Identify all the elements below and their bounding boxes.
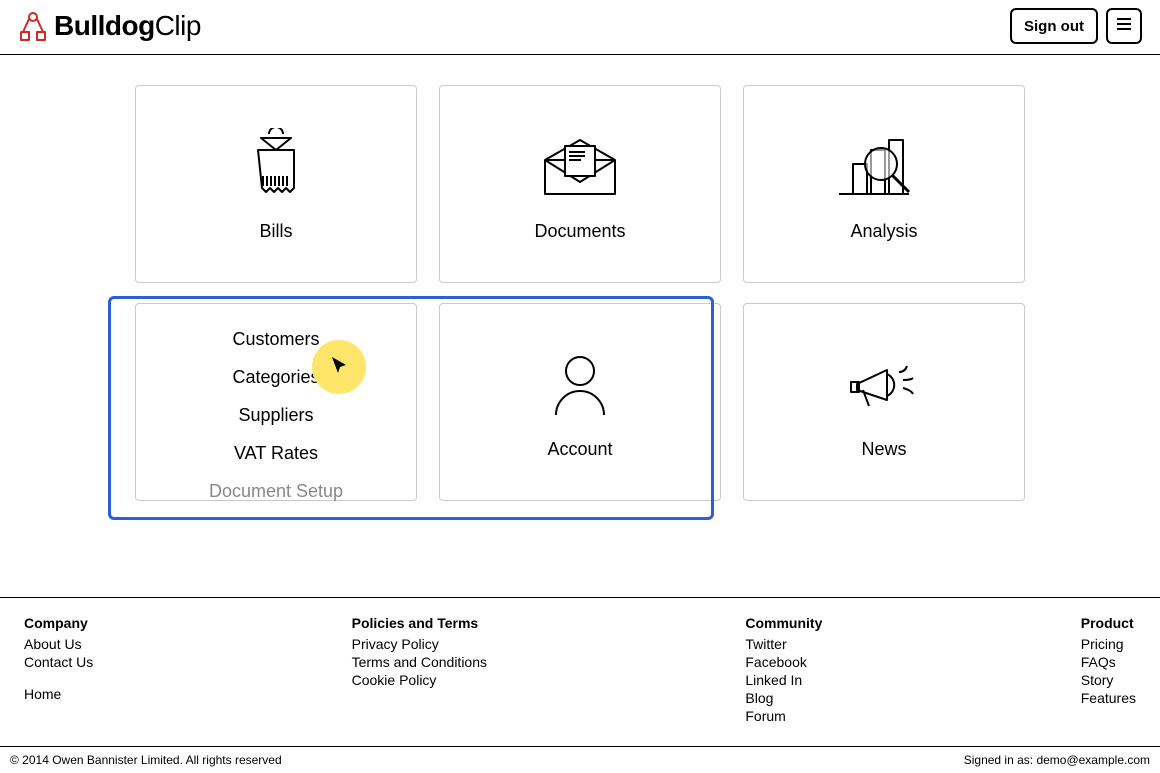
footer-link-twitter[interactable]: Twitter [745, 635, 822, 653]
footer-link-privacy-policy[interactable]: Privacy Policy [352, 635, 487, 653]
settings-item-categories[interactable]: Categories [232, 358, 319, 396]
footer-link-forum[interactable]: Forum [745, 707, 822, 725]
footer-divider [0, 597, 1160, 598]
brand-bold: Bulldog [54, 10, 155, 41]
footer-link-about-us[interactable]: About Us [24, 635, 93, 653]
footer-col-policies-and-terms: Policies and Terms Privacy PolicyTerms an… [352, 615, 487, 725]
bottom-bar: © 2014 Owen Bannister Limited. All right… [0, 746, 1160, 773]
card-analysis[interactable]: Analysis [743, 85, 1025, 283]
brand[interactable]: BulldogClip [18, 10, 201, 42]
footer-link-story[interactable]: Story [1081, 671, 1136, 689]
footer-col-community: Community TwitterFacebookLinked InBlogFor… [745, 615, 822, 725]
footer-link-pricing[interactable]: Pricing [1081, 635, 1136, 653]
header: BulldogClip Sign out [0, 0, 1160, 55]
footer-link-contact-us[interactable]: Contact Us [24, 653, 93, 671]
footer-link-cookie-policy[interactable]: Cookie Policy [352, 671, 487, 689]
brand-text: BulldogClip [54, 10, 201, 42]
signed-in-status: Signed in as: demo@example.com [964, 753, 1150, 767]
footer-col-title: Product [1081, 615, 1136, 631]
card-documents[interactable]: Documents [439, 85, 721, 283]
copyright: © 2014 Owen Bannister Limited. All right… [10, 753, 282, 767]
brand-light: Clip [155, 10, 201, 41]
receipt-icon [241, 127, 311, 207]
main: Bills Documents [0, 55, 1160, 501]
dashboard-grid: Bills Documents [116, 85, 1044, 501]
megaphone-icon [839, 345, 929, 425]
footer-link-features[interactable]: Features [1081, 689, 1136, 707]
card-news[interactable]: News [743, 303, 1025, 501]
header-right: Sign out [1010, 8, 1142, 44]
footer-link-linked-in[interactable]: Linked In [745, 671, 822, 689]
menu-button[interactable] [1106, 8, 1142, 44]
footer-col-title: Community [745, 615, 822, 631]
footer-link-faqs[interactable]: FAQs [1081, 653, 1136, 671]
footer-link-terms-and-conditions[interactable]: Terms and Conditions [352, 653, 487, 671]
card-settings-expanded: CustomersCategoriesSuppliersVAT RatesDoc… [135, 303, 417, 501]
card-label: Analysis [850, 221, 917, 242]
card-label: Bills [259, 221, 292, 242]
settings-item-document-setup[interactable]: Document Setup [209, 472, 343, 510]
chart-magnifier-icon [839, 127, 929, 207]
footer-col-company: Company About UsContact Us Home [24, 615, 93, 725]
footer-link-blog[interactable]: Blog [745, 689, 822, 707]
settings-item-customers[interactable]: Customers [232, 320, 319, 358]
card-label: Account [547, 439, 612, 460]
bulldog-clip-icon [18, 10, 48, 42]
settings-item-suppliers[interactable]: Suppliers [238, 396, 313, 434]
footer: Company About UsContact Us Home Policies an… [0, 615, 1160, 725]
card-account[interactable]: Account [439, 303, 721, 501]
sign-out-button[interactable]: Sign out [1010, 8, 1098, 44]
card-label: News [861, 439, 906, 460]
footer-link-home[interactable]: Home [24, 685, 93, 703]
footer-col-title: Policies and Terms [352, 615, 487, 631]
footer-link-facebook[interactable]: Facebook [745, 653, 822, 671]
card-label: Documents [534, 221, 625, 242]
card-bills[interactable]: Bills [135, 85, 417, 283]
menu-icon [1116, 17, 1132, 35]
footer-col-title: Company [24, 615, 93, 631]
envelope-document-icon [535, 127, 625, 207]
person-icon [540, 345, 620, 425]
settings-item-vat-rates[interactable]: VAT Rates [234, 434, 318, 472]
footer-col-product: Product PricingFAQsStoryFeatures [1081, 615, 1136, 725]
